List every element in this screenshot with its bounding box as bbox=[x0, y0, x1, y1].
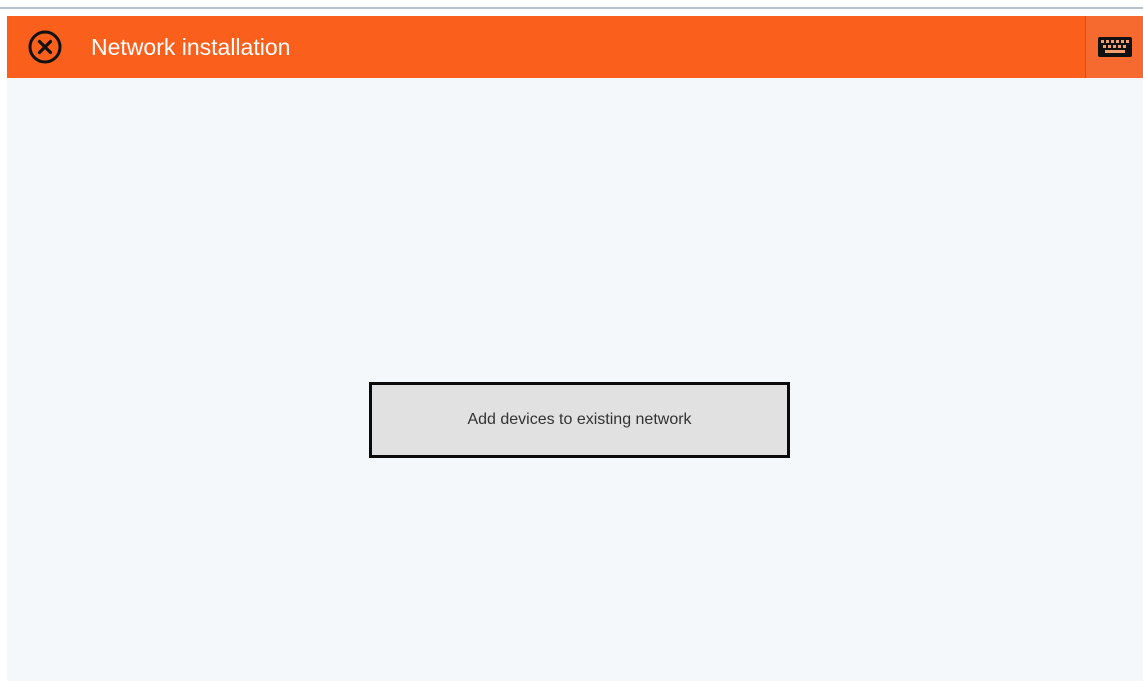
add-devices-button[interactable]: Add devices to existing network bbox=[369, 382, 790, 458]
keyboard-icon bbox=[1097, 37, 1132, 57]
main-content: Add devices to existing network bbox=[7, 78, 1143, 681]
header-bar: Network installation bbox=[7, 16, 1143, 78]
window-top-border bbox=[0, 7, 1143, 9]
keyboard-button[interactable] bbox=[1085, 16, 1143, 78]
close-button[interactable] bbox=[27, 29, 63, 65]
page-title: Network installation bbox=[91, 34, 291, 60]
window-left-edge bbox=[0, 12, 7, 681]
close-circle-icon bbox=[28, 30, 62, 64]
window-top-strip bbox=[0, 0, 1143, 12]
